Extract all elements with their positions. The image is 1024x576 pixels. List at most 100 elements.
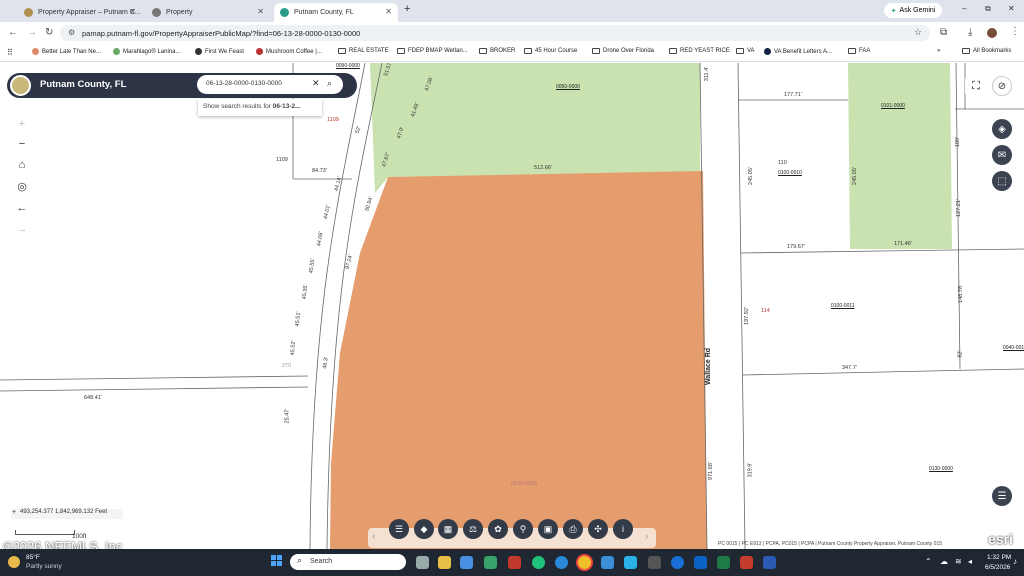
list-tool-icon[interactable]: ☰ xyxy=(992,486,1012,506)
cloud-icon[interactable]: ☁ xyxy=(940,557,948,566)
extensions-icon[interactable]: ⧉ xyxy=(940,27,947,38)
tab-property-appraiser[interactable]: Property Appraiser – Putnam C... ✕ xyxy=(18,3,142,22)
parcel-id[interactable]: 0100-0010 xyxy=(778,170,802,176)
home-icon[interactable]: ⌂ xyxy=(13,156,31,174)
volume-icon[interactable]: ◂ xyxy=(968,557,972,566)
parcel-id[interactable]: 0050-0000 xyxy=(556,84,580,90)
search-box[interactable]: 06-13-28-0000-0130-0000 ✕ ⌕ xyxy=(197,75,343,94)
parcel-id[interactable]: 0090-0000 xyxy=(336,63,360,69)
parcel-id[interactable]: 0100-0011 xyxy=(831,303,855,309)
bookmark-folder[interactable]: RED YEAST RICE xyxy=(669,48,730,54)
hp-icon[interactable] xyxy=(671,556,684,569)
chevron-left-icon[interactable]: ‹ xyxy=(372,531,375,542)
basemap-icon[interactable]: ▦ xyxy=(438,519,458,539)
photos-icon[interactable] xyxy=(624,556,637,569)
download-icon[interactable]: ⤓ xyxy=(968,27,972,38)
store-icon[interactable] xyxy=(601,556,614,569)
zoom-in-button[interactable]: + xyxy=(13,115,31,133)
close-icon[interactable]: ✕ xyxy=(257,7,264,16)
search-icon[interactable]: ⌕ xyxy=(327,78,332,89)
avatar[interactable] xyxy=(987,28,997,38)
layers-icon[interactable]: ◆ xyxy=(414,519,434,539)
close-icon[interactable]: ✕ xyxy=(385,7,392,16)
map-view[interactable]: 512.66' 84.73' 177.71' 179.67' 171.46' 3… xyxy=(0,63,1024,549)
wifi-icon[interactable]: ≋ xyxy=(955,557,962,566)
more-bookmarks-icon[interactable]: » xyxy=(937,48,940,54)
notification-bell-icon[interactable]: ♪ xyxy=(1013,557,1017,566)
search-suggestion[interactable]: Show search results for 06-13-2... xyxy=(198,99,322,116)
back-arrow-icon[interactable]: ← xyxy=(13,199,31,217)
tray-chevron-icon[interactable]: ⌃ xyxy=(925,557,932,566)
task-view-icon[interactable] xyxy=(416,556,429,569)
print-icon[interactable]: ⎙ xyxy=(563,519,583,539)
bookmark-folder[interactable]: VA xyxy=(736,48,755,54)
all-bookmarks[interactable]: All Bookmarks xyxy=(962,48,1011,54)
powerpoint-icon[interactable] xyxy=(740,556,753,569)
parcel-id[interactable]: 0040-0010 xyxy=(1003,345,1024,351)
search-input[interactable]: 06-13-28-0000-0130-0000 xyxy=(206,80,282,87)
forward-icon[interactable]: → xyxy=(27,27,37,38)
legend-icon[interactable]: ☰ xyxy=(389,519,409,539)
bookmark-item[interactable]: Mushroom Coffee |... xyxy=(256,48,322,55)
bookmark-star-icon[interactable]: ☆ xyxy=(914,27,922,38)
bookmark-folder[interactable]: FDEP BMAP Wetlan... xyxy=(397,48,468,54)
forward-arrow-icon[interactable]: → xyxy=(13,220,31,238)
chrome-icon[interactable] xyxy=(578,556,591,569)
minimize-icon[interactable]: – xyxy=(962,4,966,13)
back-icon[interactable]: ← xyxy=(8,27,18,38)
clear-icon[interactable]: ✕ xyxy=(312,78,320,89)
file-explorer-icon[interactable] xyxy=(438,556,451,569)
windows-start-icon[interactable] xyxy=(271,555,282,566)
bookmark-folder[interactable]: REAL ESTATE xyxy=(338,48,389,54)
site-info-icon[interactable]: ⚙ xyxy=(68,28,75,37)
ask-gemini-button[interactable]: ✦ Ask Gemini xyxy=(884,3,942,18)
mail-icon[interactable]: ✉ xyxy=(992,145,1012,165)
word-icon[interactable] xyxy=(763,556,776,569)
draw-icon[interactable]: ✿ xyxy=(488,519,508,539)
clock-time[interactable]: 1:32 PM xyxy=(987,554,1011,561)
address-bar[interactable]: ⚙ pamap.putnam-fl.gov/PropertyAppraiserP… xyxy=(60,25,930,41)
app-icon[interactable] xyxy=(648,556,661,569)
close-window-icon[interactable]: ✕ xyxy=(1008,4,1015,13)
bookmark-item[interactable]: Better Late Than Ne... xyxy=(32,48,101,55)
bookmark-icon[interactable]: ▣ xyxy=(538,519,558,539)
tab-putnam-county[interactable]: Putnam County, FL ✕ xyxy=(274,3,398,22)
parcel-id[interactable]: 0130-0000 xyxy=(511,481,537,487)
close-icon[interactable]: ✕ xyxy=(129,7,136,16)
menu-icon[interactable]: ⋮ xyxy=(1010,26,1020,37)
chevron-right-icon[interactable]: › xyxy=(645,531,648,542)
reload-icon[interactable]: ↻ xyxy=(45,27,53,38)
parcel-id[interactable]: 0101-0000 xyxy=(881,103,905,109)
bookmark-folder[interactable]: FAA xyxy=(848,48,870,54)
identify-icon[interactable]: ⚲ xyxy=(513,519,533,539)
bookmark-item[interactable]: Marahlago® Lanina... xyxy=(113,48,180,55)
taskbar-search[interactable]: ⌕ Search xyxy=(290,554,406,570)
bookmark-item[interactable]: First We Feast xyxy=(195,48,244,55)
bookmark-item[interactable]: VA Benefit Letters A... xyxy=(764,48,832,55)
xbox-icon[interactable] xyxy=(484,556,497,569)
apps-icon[interactable]: ⠿ xyxy=(7,48,13,57)
tab-property[interactable]: Property ✕ xyxy=(146,3,270,22)
zoom-out-button[interactable]: − xyxy=(13,135,31,153)
info-icon[interactable]: i xyxy=(613,519,633,539)
bookmark-folder[interactable]: 45 Hour Course xyxy=(524,48,577,54)
select-tool-icon[interactable]: ⬚ xyxy=(992,171,1012,191)
bookmark-folder[interactable]: Drone Over Florida xyxy=(592,48,654,54)
excel-icon[interactable] xyxy=(717,556,730,569)
parcel-id[interactable]: 0130-0000 xyxy=(929,466,953,472)
bookmark-folder[interactable]: BROKER xyxy=(479,48,515,54)
share-icon[interactable]: ✣ xyxy=(588,519,608,539)
locate-icon[interactable]: ◎ xyxy=(13,177,31,195)
new-tab-button[interactable]: + xyxy=(404,3,410,15)
fullscreen-icon[interactable]: ⛶ xyxy=(965,76,987,96)
clock-date[interactable]: 6/5/2026 xyxy=(985,564,1010,571)
outlook-icon[interactable] xyxy=(694,556,707,569)
media-app-icon[interactable] xyxy=(508,556,521,569)
layer-tool-icon[interactable]: ◈ xyxy=(992,119,1012,139)
measure-icon[interactable]: ⚖ xyxy=(463,519,483,539)
edge-icon[interactable] xyxy=(555,556,568,569)
whatsapp-icon[interactable] xyxy=(532,556,545,569)
mail-app-icon[interactable] xyxy=(460,556,473,569)
visibility-toggle-icon[interactable]: ⊘ xyxy=(992,76,1012,96)
selected-parcel[interactable] xyxy=(330,171,707,549)
